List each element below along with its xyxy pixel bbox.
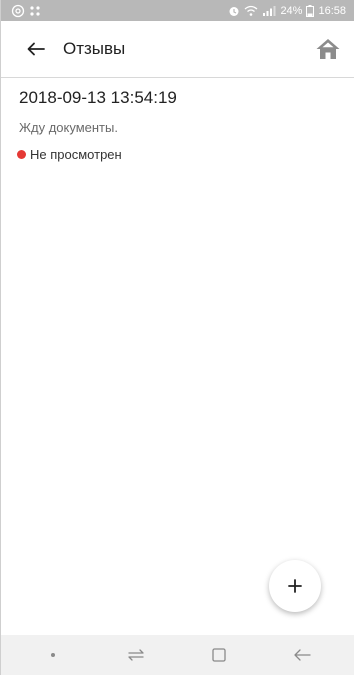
review-status-label: Не просмотрен: [30, 147, 122, 162]
home-icon: [316, 39, 340, 59]
battery-icon: [306, 4, 315, 17]
app-bar: Отзывы: [1, 21, 354, 78]
square-icon: [212, 648, 226, 662]
plus-icon: [288, 579, 302, 593]
phone-screen: 24% 16:58 Отзывы 2018-09-13 13:54:19 Жду…: [0, 0, 354, 675]
back-button[interactable]: [19, 32, 53, 66]
at-icon: [11, 4, 25, 18]
home-nav-button[interactable]: [199, 640, 239, 670]
arrow-left-icon: [27, 42, 45, 56]
nav-dot-button[interactable]: [33, 640, 73, 670]
back-nav-button[interactable]: [282, 640, 322, 670]
status-right: 24% 16:58: [228, 4, 346, 17]
review-datetime: 2018-09-13 13:54:19: [19, 88, 177, 107]
review-list-item[interactable]: 2018-09-13 13:54:19 Жду документы. Не пр…: [17, 88, 344, 162]
review-text: Жду документы.: [19, 120, 118, 135]
battery-percent: 24%: [280, 4, 303, 17]
dot-icon: [50, 653, 55, 657]
status-bar: 24% 16:58: [1, 0, 354, 21]
status-time: 16:58: [318, 4, 346, 17]
recent-apps-icon: [128, 649, 144, 661]
system-nav-bar: [1, 635, 354, 675]
alarm-icon: [228, 5, 240, 17]
home-button[interactable]: [312, 33, 344, 65]
add-review-button[interactable]: [269, 560, 321, 612]
back-arrow-icon: [294, 649, 312, 661]
page-title: Отзывы: [63, 39, 126, 58]
recent-apps-button[interactable]: [116, 640, 156, 670]
status-left: [11, 4, 41, 18]
unread-status-dot: [17, 150, 26, 159]
grid-dots-icon: [29, 5, 41, 17]
wifi-icon: [244, 5, 258, 17]
signal-icon: [262, 5, 276, 17]
review-status: Не просмотрен: [17, 147, 344, 162]
